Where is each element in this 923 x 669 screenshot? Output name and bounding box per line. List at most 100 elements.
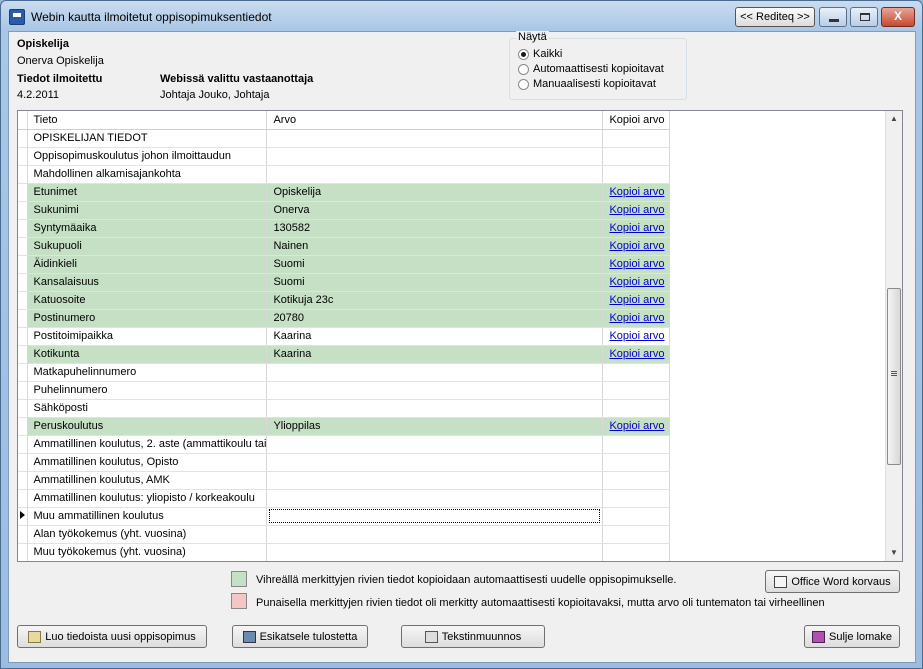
table-row[interactable]: Postitoimipaikka Kaarina Kopioi arvo [18,327,671,346]
row-selector[interactable] [18,399,28,418]
table-row[interactable]: Ammatillinen koulutus: yliopisto / korke… [18,489,671,508]
scroll-thumb[interactable] [887,288,901,465]
row-selector[interactable] [18,219,28,238]
cell-arvo[interactable] [266,129,604,148]
row-selector[interactable] [18,489,28,508]
table-row[interactable]: Ammatillinen koulutus, AMK [18,471,671,490]
table-row[interactable]: Sukunimi Onerva Kopioi arvo [18,201,671,220]
table-row[interactable]: Ammatillinen koulutus, 2. aste (ammattik… [18,435,671,454]
cell-tieto[interactable]: Postitoimipaikka [27,327,268,346]
copy-value-link[interactable]: Kopioi arvo [609,294,664,306]
cell-tieto[interactable]: Alan työkokemus (yht. vuosina) [27,525,268,544]
cell-tieto[interactable]: Mahdollinen alkamisajankohta [27,165,268,184]
copy-value-link[interactable]: Kopioi arvo [609,330,664,342]
table-row[interactable]: Muu ammatillinen koulutus [18,507,671,526]
cell-arvo[interactable] [266,399,604,418]
cell-arvo[interactable]: Kaarina [266,345,604,364]
cell-tieto[interactable]: Ammatillinen koulutus: yliopisto / korke… [27,489,268,508]
minimize-button[interactable] [819,7,847,27]
table-row[interactable]: Kansalaisuus Suomi Kopioi arvo [18,273,671,292]
cell-tieto[interactable]: Sukupuoli [27,237,268,256]
cell-arvo[interactable] [266,147,604,166]
copy-value-link[interactable]: Kopioi arvo [609,276,664,288]
table-row[interactable]: Muu työkokemus (yht. vuosina) [18,543,671,561]
copy-value-link[interactable]: Kopioi arvo [609,204,664,216]
cell-tieto[interactable]: Sähköposti [27,399,268,418]
cell-tieto[interactable]: Peruskoulutus [27,417,268,436]
row-selector[interactable] [18,129,28,148]
title-bar[interactable]: Webin kautta ilmoitetut oppisopimuksenti… [1,1,922,31]
table-row[interactable]: Kotikunta Kaarina Kopioi arvo [18,345,671,364]
table-row[interactable]: Oppisopimuskoulutus johon ilmoittaudun [18,147,671,166]
row-selector[interactable] [18,471,28,490]
copy-value-link[interactable]: Kopioi arvo [609,420,664,432]
cell-arvo[interactable] [266,471,604,490]
close-button[interactable]: X [881,7,915,27]
row-selector[interactable] [18,435,28,454]
table-row[interactable]: Peruskoulutus Ylioppilas Kopioi arvo [18,417,671,436]
row-selector[interactable] [18,237,28,256]
copy-value-link[interactable]: Kopioi arvo [609,186,664,198]
copy-value-link[interactable]: Kopioi arvo [609,312,664,324]
vertical-scrollbar[interactable]: ▲ ▼ [885,111,902,561]
radio-manuaaliset[interactable]: Manuaalisesti kopioitavat [518,77,656,91]
row-selector[interactable] [18,147,28,166]
row-selector[interactable] [18,165,28,184]
cell-tieto[interactable]: Matkapuhelinnumero [27,363,268,382]
rediteq-button[interactable]: << Rediteq >> [735,7,815,27]
cell-arvo[interactable] [266,165,604,184]
table-row[interactable]: Katuosoite Kotikuja 23c Kopioi arvo [18,291,671,310]
row-selector[interactable] [18,291,28,310]
cell-tieto[interactable]: OPISKELIJAN TIEDOT [27,129,268,148]
cell-tieto[interactable]: Katuosoite [27,291,268,310]
table-row[interactable]: Matkapuhelinnumero [18,363,671,382]
cell-edit-focus[interactable] [269,509,601,523]
cell-arvo[interactable]: Suomi [266,255,604,274]
word-button[interactable]: Office Word korvaus [765,570,900,593]
cell-arvo[interactable] [266,435,604,454]
cell-arvo[interactable]: 20780 [266,309,604,328]
row-selector[interactable] [18,309,28,328]
row-selector[interactable] [18,381,28,400]
cell-tieto[interactable]: Ammatillinen koulutus, 2. aste (ammattik… [27,435,268,454]
cell-tieto[interactable]: Kotikunta [27,345,268,364]
copy-value-link[interactable]: Kopioi arvo [609,348,664,360]
row-selector[interactable] [18,543,28,561]
maximize-button[interactable] [850,7,878,27]
cell-arvo[interactable]: Opiskelija [266,183,604,202]
cell-arvo[interactable]: Nainen [266,237,604,256]
radio-automaattiset[interactable]: Automaattisesti kopioitavat [518,62,664,76]
cell-arvo[interactable] [266,543,604,561]
table-row[interactable]: OPISKELIJAN TIEDOT [18,129,671,148]
row-selector[interactable] [18,417,28,436]
table-row[interactable]: Postinumero 20780 Kopioi arvo [18,309,671,328]
table-row[interactable]: Syntymäaika 130582 Kopioi arvo [18,219,671,238]
data-grid[interactable]: Tieto Arvo Kopioi arvo OPISKELIJAN TIEDO… [17,110,903,562]
row-selector[interactable] [18,255,28,274]
cell-arvo[interactable]: Ylioppilas [266,417,604,436]
table-row[interactable]: Mahdollinen alkamisajankohta [18,165,671,184]
cell-tieto[interactable]: Syntymäaika [27,219,268,238]
cell-arvo[interactable]: Kotikuja 23c [266,291,604,310]
text-convert-button[interactable]: Tekstinmuunnos [401,625,545,648]
cell-arvo[interactable]: Suomi [266,273,604,292]
row-selector[interactable] [18,345,28,364]
row-selector[interactable] [18,453,28,472]
cell-arvo[interactable] [266,489,604,508]
table-row[interactable]: Ammatillinen koulutus, Opisto [18,453,671,472]
cell-tieto[interactable]: Ammatillinen koulutus, AMK [27,471,268,490]
cell-tieto[interactable]: Postinumero [27,309,268,328]
scroll-up-arrow-icon[interactable]: ▲ [886,111,902,127]
table-row[interactable]: Puhelinnumero [18,381,671,400]
create-contract-button[interactable]: Luo tiedoista uusi oppisopimus [17,625,207,648]
cell-tieto[interactable]: Ammatillinen koulutus, Opisto [27,453,268,472]
cell-tieto[interactable]: Puhelinnumero [27,381,268,400]
row-selector[interactable] [18,525,28,544]
scroll-down-arrow-icon[interactable]: ▼ [886,545,902,561]
cell-tieto[interactable]: Sukunimi [27,201,268,220]
cell-arvo[interactable] [266,381,604,400]
cell-arvo[interactable]: Kaarina [266,327,604,346]
copy-value-link[interactable]: Kopioi arvo [609,258,664,270]
table-row[interactable]: Etunimet Opiskelija Kopioi arvo [18,183,671,202]
preview-button[interactable]: Esikatsele tulostetta [232,625,368,648]
